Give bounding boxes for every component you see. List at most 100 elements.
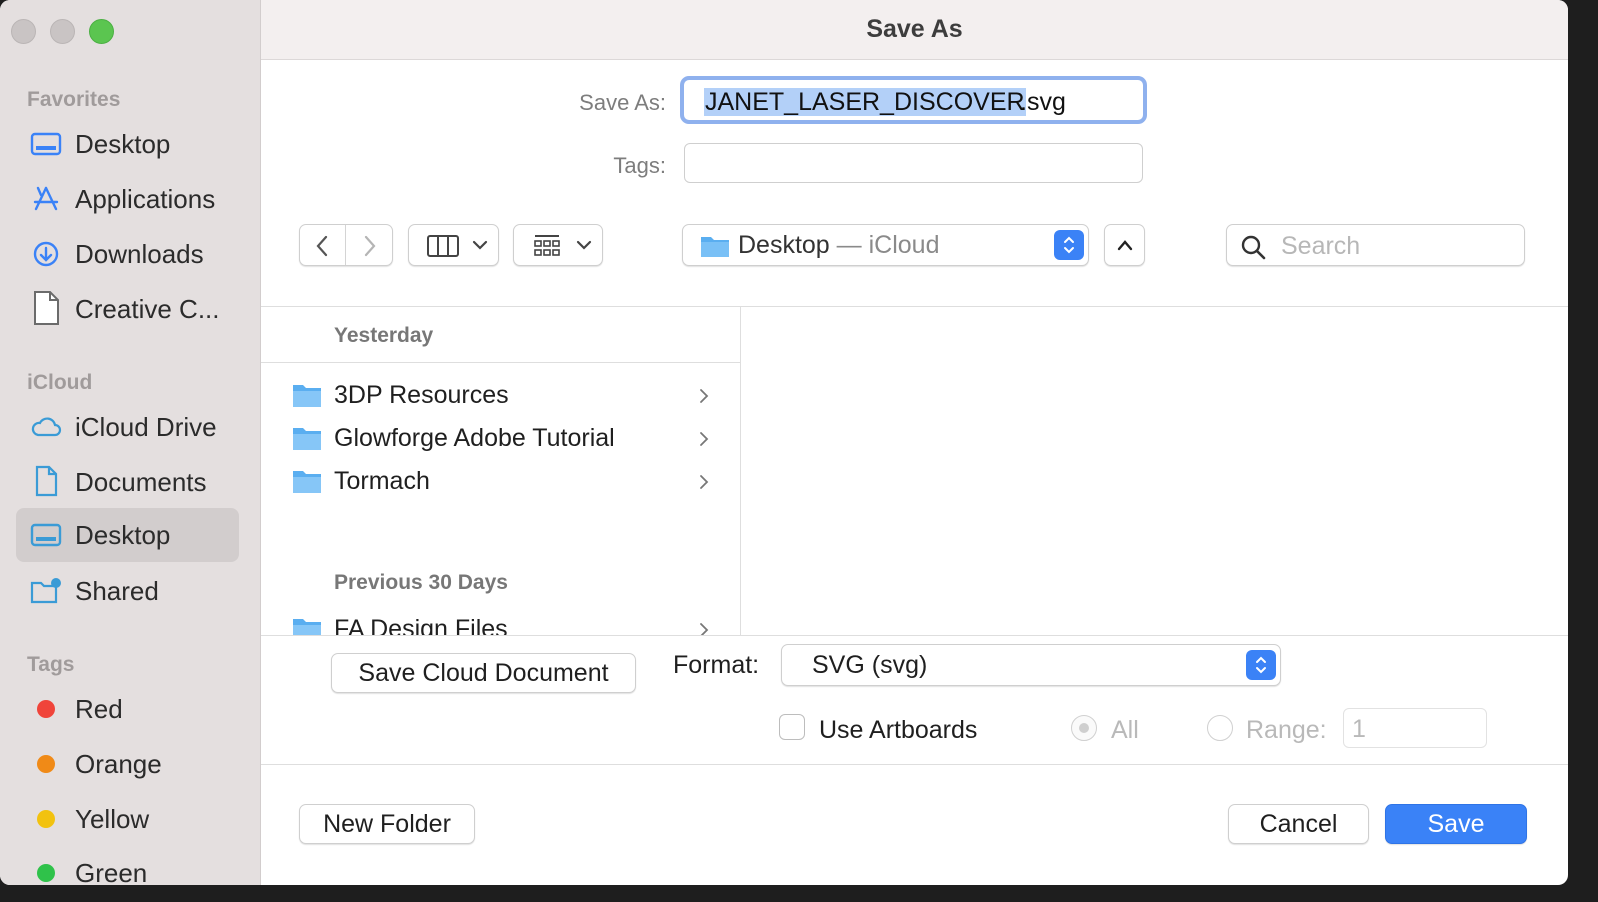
- format-select[interactable]: SVG (svg): [781, 644, 1281, 686]
- format-value: SVG (svg): [812, 651, 928, 679]
- folder-row[interactable]: Tormach: [261, 460, 740, 503]
- icloud-header: iCloud: [27, 371, 93, 394]
- popup-arrows-icon: [1246, 650, 1276, 680]
- chevron-left-icon: [316, 235, 328, 257]
- filename-selected-text: JANET_LASER_DISCOVER: [704, 88, 1026, 116]
- back-button[interactable]: [300, 225, 345, 265]
- chevron-up-icon: [1117, 240, 1133, 251]
- orange-tag-dot-icon: [37, 755, 55, 773]
- document-icon: [35, 465, 58, 497]
- save-as-dialog: Favorites Desktop Applications Downloads…: [0, 0, 1568, 885]
- group-grid-icon: [534, 235, 560, 256]
- file-browser: Yesterday 3DP Resources Glowforge Adobe …: [261, 306, 1568, 636]
- chevron-down-icon: [472, 240, 488, 250]
- sidebar-item-label: Red: [75, 694, 123, 724]
- folder-row[interactable]: Glowforge Adobe Tutorial: [261, 417, 740, 460]
- range-radio[interactable]: [1207, 715, 1233, 741]
- search-field[interactable]: Search: [1226, 224, 1525, 266]
- sidebar-item-label: Applications: [75, 184, 216, 214]
- new-folder-button[interactable]: New Folder: [299, 804, 475, 844]
- folder-name: 3DP Resources: [334, 381, 509, 409]
- group-by-button[interactable]: [513, 224, 603, 266]
- group-divider: [261, 362, 740, 363]
- shared-folder-icon: [30, 578, 61, 604]
- group-header-previous-30-days: Previous 30 Days: [334, 571, 508, 594]
- chevron-right-icon: [700, 432, 709, 446]
- sidebar-item-label: Orange: [75, 749, 162, 779]
- location-suffix: — iCloud: [829, 231, 940, 259]
- all-radio[interactable]: [1071, 715, 1097, 741]
- popup-arrows-icon: [1054, 230, 1084, 260]
- all-label: All: [1111, 716, 1139, 744]
- sidebar-item-label: Green: [75, 858, 148, 885]
- sidebar-tag-green[interactable]: Green: [16, 846, 239, 885]
- location-text: Desktop — iCloud: [738, 231, 939, 260]
- downloads-icon: [33, 241, 59, 267]
- footer-divider: [261, 764, 1568, 765]
- search-placeholder: Search: [1281, 232, 1361, 260]
- zoom-window-button[interactable]: [89, 19, 114, 44]
- sidebar-item-downloads[interactable]: Downloads: [16, 227, 239, 281]
- sidebar-item-desktop-icloud[interactable]: Desktop: [16, 508, 239, 562]
- tags-label: Tags:: [613, 153, 666, 178]
- folder-icon: [293, 471, 321, 493]
- use-artboards-label: Use Artboards: [819, 716, 978, 744]
- format-label: Format:: [673, 651, 760, 679]
- sidebar-item-creative-cloud[interactable]: Creative C...: [16, 282, 239, 336]
- desktop-icon: [30, 523, 62, 547]
- favorites-header: Favorites: [27, 88, 121, 111]
- close-window-button[interactable]: [11, 19, 36, 44]
- tags-input[interactable]: [684, 143, 1143, 183]
- folder-icon: [293, 385, 321, 407]
- tags-header: Tags: [27, 653, 75, 676]
- green-tag-dot-icon: [37, 864, 55, 882]
- sidebar-item-label: Desktop: [75, 129, 171, 159]
- chevron-right-icon: [700, 623, 709, 635]
- save-cloud-document-button[interactable]: Save Cloud Document: [331, 653, 636, 693]
- sidebar-tag-orange[interactable]: Orange: [16, 737, 239, 791]
- view-mode-button[interactable]: [408, 224, 499, 266]
- folder-row[interactable]: 3DP Resources: [261, 374, 740, 417]
- search-icon: [1241, 235, 1266, 260]
- forward-button[interactable]: [346, 225, 392, 265]
- sidebar-item-icloud-drive[interactable]: iCloud Drive: [16, 400, 239, 454]
- folder-name: FA Design Files: [334, 615, 508, 636]
- location-popup[interactable]: Desktop — iCloud: [682, 224, 1089, 266]
- chevron-down-icon: [576, 240, 592, 250]
- desktop-icon: [30, 132, 62, 156]
- range-input[interactable]: 1: [1343, 708, 1487, 748]
- chevron-right-icon: [700, 389, 709, 403]
- sidebar-tag-red[interactable]: Red: [16, 682, 239, 736]
- filename-input[interactable]: JANET_LASER_DISCOVER .svg: [680, 76, 1147, 124]
- location-folder-name: Desktop: [738, 231, 830, 259]
- folder-icon: [293, 619, 321, 635]
- save-as-label: Save As:: [579, 90, 666, 115]
- columns-view-icon: [427, 235, 459, 257]
- use-artboards-checkbox[interactable]: [779, 714, 805, 740]
- folder-name: Glowforge Adobe Tutorial: [334, 424, 615, 452]
- red-tag-dot-icon: [37, 700, 55, 718]
- filename-extension: .svg: [1020, 88, 1066, 116]
- save-button[interactable]: Save: [1385, 804, 1527, 844]
- folder-icon: [293, 428, 321, 450]
- chevron-right-icon: [700, 475, 709, 489]
- range-label: Range:: [1246, 716, 1327, 744]
- collapse-button[interactable]: [1104, 224, 1145, 266]
- sidebar-tag-yellow[interactable]: Yellow: [16, 792, 239, 846]
- sidebar-item-shared[interactable]: Shared: [16, 564, 239, 618]
- folder-icon: [701, 237, 729, 257]
- sidebar-item-label: Documents: [75, 467, 207, 497]
- sidebar-item-label: Shared: [75, 576, 159, 606]
- file-list-column: Yesterday 3DP Resources Glowforge Adobe …: [261, 307, 741, 635]
- sidebar: Favorites Desktop Applications Downloads…: [0, 0, 261, 885]
- sidebar-item-applications[interactable]: Applications: [16, 172, 239, 226]
- minimize-window-button[interactable]: [50, 19, 75, 44]
- cancel-button[interactable]: Cancel: [1228, 804, 1369, 844]
- sidebar-item-desktop[interactable]: Desktop: [16, 117, 239, 171]
- chevron-right-icon: [364, 235, 376, 257]
- sidebar-item-documents[interactable]: Documents: [16, 455, 239, 509]
- back-forward-control: [299, 224, 393, 266]
- sidebar-item-label: Desktop: [75, 520, 171, 550]
- sidebar-item-label: Creative C...: [75, 294, 220, 324]
- folder-row[interactable]: FA Design Files: [261, 608, 740, 636]
